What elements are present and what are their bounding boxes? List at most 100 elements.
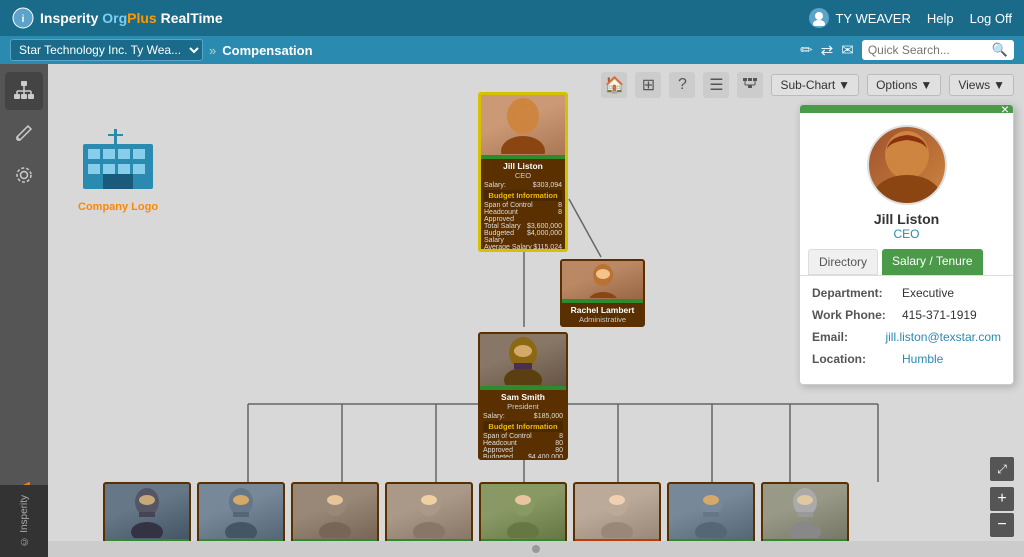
ceo-salary-value: $303,094 <box>533 182 562 189</box>
president-title: President <box>483 402 563 411</box>
president-info: Sam Smith President Salary: $185,000 Bud… <box>480 390 566 460</box>
ceo-node[interactable]: Jill Liston CEO Salary: $303,094 Budget … <box>478 92 568 252</box>
phone-label: Work Phone: <box>812 308 902 322</box>
department-value: Executive <box>902 286 954 300</box>
sidebar-item-orgchart[interactable] <box>5 72 43 110</box>
tab-salary-tenure[interactable]: Salary / Tenure <box>882 249 983 275</box>
ceo-budget-header: Budget Information <box>484 190 562 201</box>
tab-directory[interactable]: Directory <box>808 249 878 275</box>
left-sidebar: © Insperity <box>0 64 48 557</box>
ceo-total-row: Total Salary $3,600,000 <box>484 223 562 230</box>
assistant-photo <box>562 261 643 299</box>
email-value[interactable]: jill.liston@texstar.com <box>885 330 1001 344</box>
info-icon[interactable]: ? <box>669 72 695 98</box>
phone-value: 415-371-1919 <box>902 308 977 322</box>
edit-pencil-icon[interactable]: ✏ <box>800 41 813 59</box>
logoff-link[interactable]: Log Off <box>970 11 1012 26</box>
org-chart-icon <box>13 80 35 102</box>
fullscreen-button[interactable]: ⤢ <box>990 457 1014 481</box>
title-time: Time <box>190 10 222 26</box>
assistant-title: Administrative Assistant <box>565 315 640 327</box>
ceo-salary-row: Salary: $303,094 <box>484 182 562 189</box>
main-area: © Insperity Company Logo <box>0 64 1024 557</box>
info-person-name: Jill Liston <box>874 211 939 227</box>
nancy-photo <box>481 484 565 539</box>
assistant-node[interactable]: Rachel Lambert Administrative Assistant … <box>560 259 645 327</box>
ceo-approved-row: Approved <box>484 216 562 223</box>
expand-icon[interactable]: ⊞ <box>635 72 661 98</box>
ceo-budgeted-row: Budgeted Salary $4,000,000 <box>484 230 562 244</box>
president-photo <box>480 334 566 386</box>
info-avatar-image <box>869 127 945 203</box>
app-title: Insperity OrgPlus RealTime <box>40 10 223 26</box>
share-icon[interactable]: ⇄ <box>821 41 834 59</box>
assistant-info: Rachel Lambert Administrative Assistant … <box>562 303 643 327</box>
help-link[interactable]: Help <box>927 11 954 26</box>
sidebar-item-edit[interactable] <box>5 114 43 152</box>
home-icon[interactable]: 🏠 <box>601 72 627 98</box>
search-button[interactable]: 🔍 <box>992 42 1008 58</box>
info-email-row: Email: jill.liston@texstar.com <box>812 330 1001 344</box>
top-nav: i Insperity OrgPlus RealTime TY WEAVER H… <box>0 0 1024 36</box>
kyle-photo <box>105 484 189 539</box>
info-details: Department: Executive Work Phone: 415-37… <box>800 276 1013 384</box>
app-logo: i Insperity OrgPlus RealTime <box>12 7 223 29</box>
scroll-indicator <box>532 545 540 553</box>
ceo-span-row: Span of Control 8 <box>484 202 562 209</box>
search-input[interactable] <box>868 43 988 57</box>
vanessa-photo <box>575 484 659 539</box>
info-panel-header: × <box>800 105 1013 113</box>
hierarchy-icon[interactable] <box>737 72 763 98</box>
email-label: Email: <box>812 330 885 344</box>
chart-toolbar: 🏠 ⊞ ? ☰ Sub-Chart ▼ Options ▼ Views ▼ <box>601 72 1014 98</box>
company-logo-text: Company Logo <box>78 201 158 213</box>
company-logo-area: Company Logo <box>78 124 158 213</box>
breadcrumb-right: ✏ ⇄ ✉ 🔍 <box>800 40 1014 60</box>
list-view-icon[interactable]: ☰ <box>703 72 729 98</box>
location-label: Location: <box>812 352 902 366</box>
assistant-name: Rachel Lambert <box>565 305 640 315</box>
info-panel: × Jill Liston CEO Directory <box>799 104 1014 385</box>
options-button[interactable]: Options ▼ <box>867 74 941 96</box>
ceo-photo <box>481 95 565 155</box>
mary-photo <box>293 484 377 539</box>
company-selector[interactable]: Star Technology Inc. Ty Wea... <box>10 39 203 61</box>
president-node[interactable]: Sam Smith President Salary: $185,000 Bud… <box>478 332 568 460</box>
ceo-avg-row: Average Salary $115,024 <box>484 244 562 251</box>
info-tabs: Directory Salary / Tenure <box>800 249 1013 276</box>
carla-photo <box>387 484 471 539</box>
svg-text:i: i <box>22 14 25 25</box>
info-close-button[interactable]: × <box>1001 104 1009 116</box>
info-location-row: Location: Humble <box>812 352 1001 366</box>
views-button[interactable]: Views ▼ <box>949 74 1014 96</box>
zoom-in-button[interactable]: + <box>990 487 1014 511</box>
breadcrumb-separator: » <box>209 43 216 58</box>
scroll-bar[interactable] <box>48 541 1024 557</box>
info-department-row: Department: Executive <box>812 286 1001 300</box>
ceo-salary-label: Salary: <box>484 182 506 189</box>
app-logo-icon: i <box>12 7 34 29</box>
title-org: Org <box>102 10 127 26</box>
subchart-dropdown-icon: ▼ <box>838 78 850 92</box>
zoom-out-button[interactable]: − <box>990 513 1014 537</box>
user-menu[interactable]: TY WEAVER <box>809 8 910 28</box>
chart-area: Company Logo 🏠 ⊞ ? ☰ Sub-Chart ▼ Options… <box>48 64 1024 557</box>
breadcrumb-current: Compensation <box>222 43 312 58</box>
subchart-button[interactable]: Sub-Chart ▼ <box>771 74 859 96</box>
options-dropdown-icon: ▼ <box>920 78 932 92</box>
info-phone-row: Work Phone: 415-371-1919 <box>812 308 1001 322</box>
ceo-headcount-row: Headcount 8 <box>484 209 562 216</box>
options-label: Options <box>876 78 917 92</box>
sidebar-item-settings[interactable] <box>5 156 43 194</box>
top-nav-right: TY WEAVER Help Log Off <box>809 8 1012 28</box>
location-value[interactable]: Humble <box>902 352 943 366</box>
insperity-label: © Insperity <box>15 491 34 551</box>
info-photo-area: Jill Liston CEO <box>800 113 1013 249</box>
email-icon[interactable]: ✉ <box>841 41 854 59</box>
ceo-info: Jill Liston CEO Salary: $303,094 Budget … <box>481 159 565 252</box>
insperity-branding: © Insperity <box>0 485 48 557</box>
zoom-controls: ⤢ + − <box>990 457 1014 537</box>
ceo-name: Jill Liston <box>484 161 562 171</box>
search-box: 🔍 <box>862 40 1014 60</box>
info-person-title: CEO <box>893 227 919 241</box>
